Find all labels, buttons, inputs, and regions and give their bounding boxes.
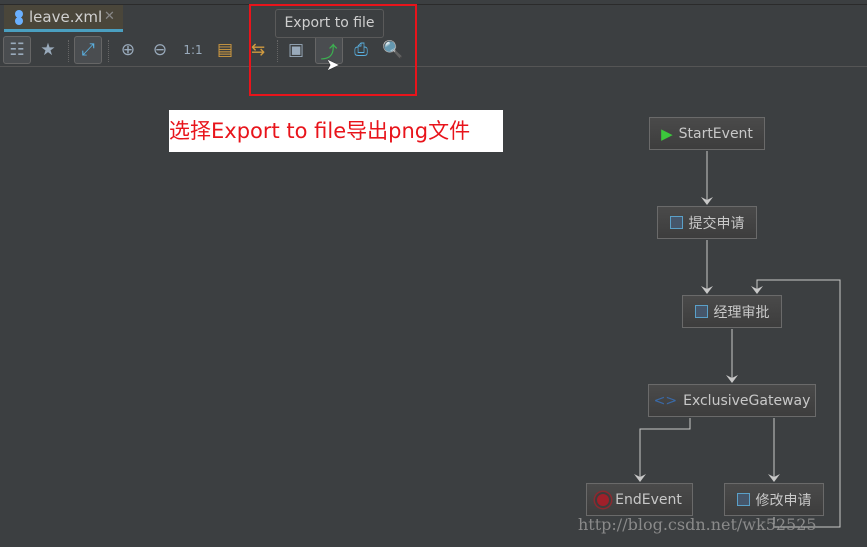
node-end-event[interactable]: EndEvent xyxy=(586,483,693,516)
task-icon xyxy=(694,305,708,318)
node-approve-task[interactable]: 经理审批 xyxy=(682,295,782,328)
task-icon xyxy=(669,216,683,229)
gateway-icon: <> xyxy=(653,392,678,409)
end-event-icon xyxy=(597,493,610,506)
watermark: http://blog.csdn.net/wk52525 xyxy=(578,515,817,534)
node-start-event[interactable]: ▶ StartEvent xyxy=(649,117,765,150)
node-modify-task[interactable]: 修改申请 xyxy=(724,483,824,516)
edge-gateway-end xyxy=(639,418,691,481)
node-exclusive-gateway[interactable]: <> ExclusiveGateway xyxy=(648,384,816,417)
task-icon xyxy=(736,493,750,506)
node-submit-task[interactable]: 提交申请 xyxy=(657,206,757,239)
play-icon: ▶ xyxy=(661,124,673,143)
diagram-edges xyxy=(634,151,841,528)
